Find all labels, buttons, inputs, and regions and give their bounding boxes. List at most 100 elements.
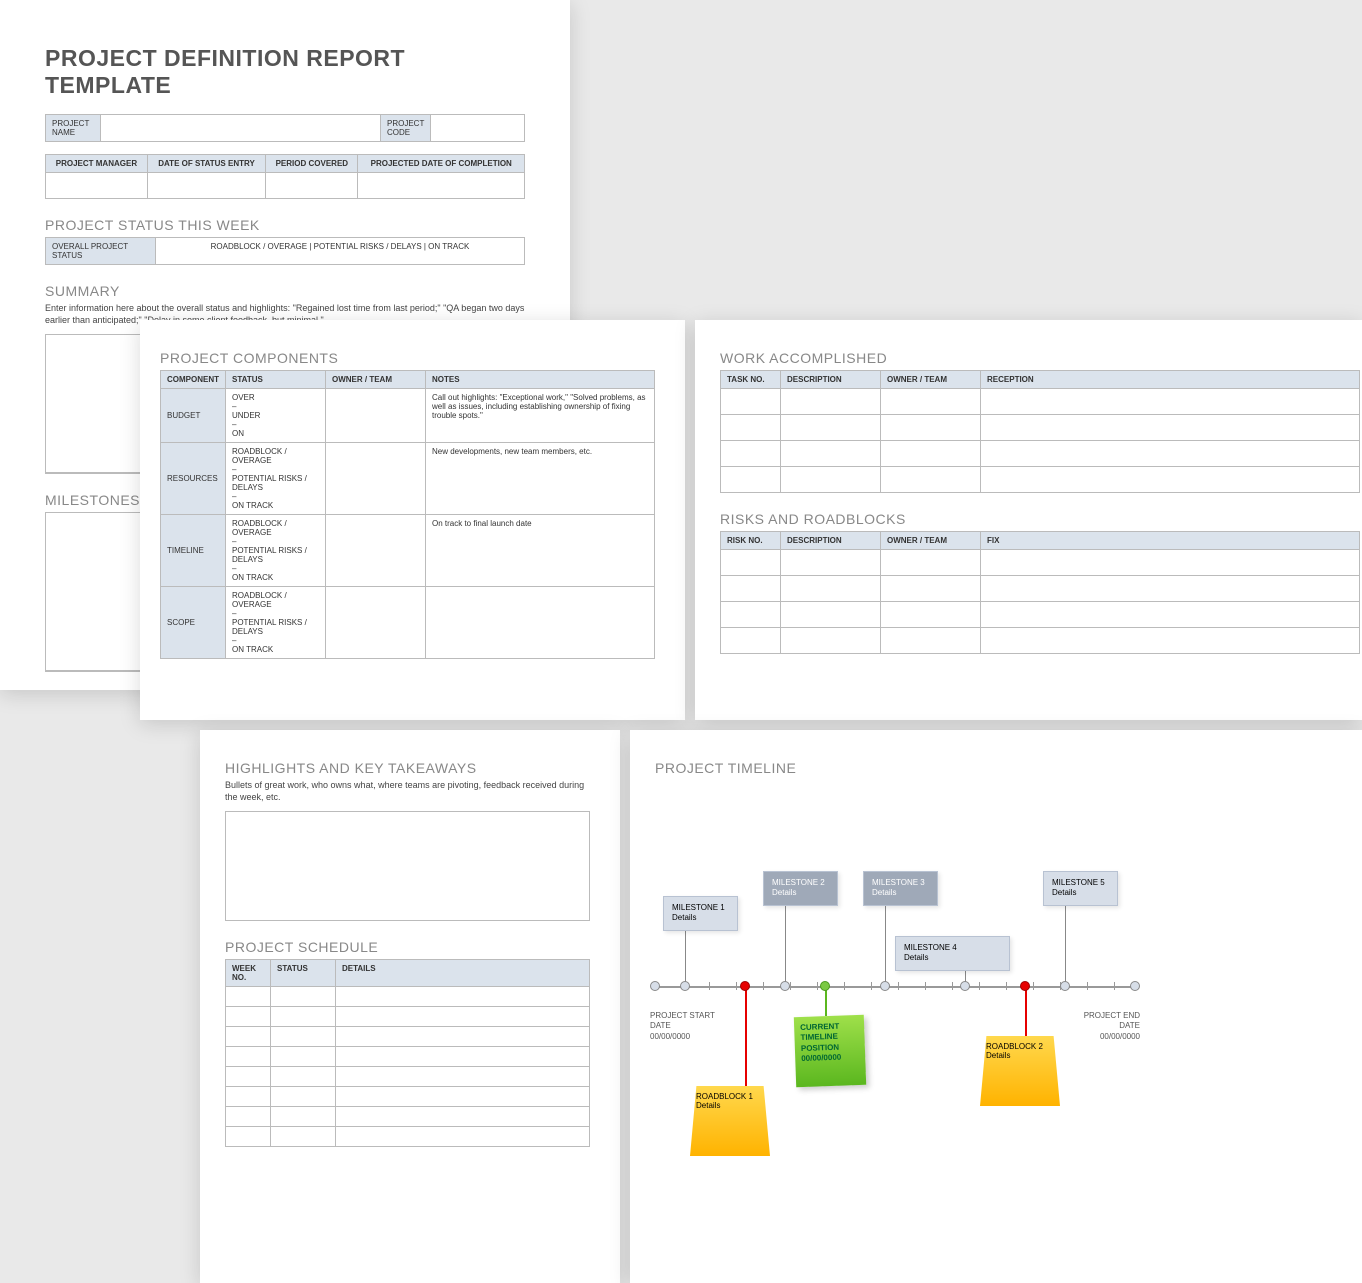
scope-owner[interactable] xyxy=(326,587,426,659)
risk-col-owner: OWNER / TEAM xyxy=(881,532,981,550)
cell[interactable] xyxy=(881,415,981,441)
cell[interactable] xyxy=(336,1067,590,1087)
cell[interactable] xyxy=(721,389,781,415)
cell[interactable] xyxy=(271,987,336,1007)
start-label: PROJECT START DATE00/00/0000 xyxy=(650,1011,720,1042)
work-table: TASK NO. DESCRIPTION OWNER / TEAM RECEPT… xyxy=(720,370,1360,493)
timeline-owner[interactable] xyxy=(326,515,426,587)
cell[interactable] xyxy=(358,173,525,199)
roadblock-dot-icon xyxy=(1020,981,1030,991)
cell[interactable] xyxy=(336,1047,590,1067)
cell[interactable] xyxy=(721,441,781,467)
cell[interactable] xyxy=(271,1007,336,1027)
scope-notes[interactable] xyxy=(426,587,655,659)
cell[interactable] xyxy=(881,550,981,576)
cell[interactable] xyxy=(226,1007,271,1027)
cell[interactable] xyxy=(336,1127,590,1147)
input-project-code[interactable] xyxy=(431,115,525,142)
cell[interactable] xyxy=(721,628,781,654)
cell[interactable] xyxy=(781,467,881,493)
cell[interactable] xyxy=(46,173,148,199)
cell[interactable] xyxy=(226,987,271,1007)
cell[interactable] xyxy=(336,1007,590,1027)
cell[interactable] xyxy=(271,1067,336,1087)
cell[interactable] xyxy=(781,389,881,415)
col-owner: OWNER / TEAM xyxy=(326,371,426,389)
cell[interactable] xyxy=(271,1107,336,1127)
cell[interactable] xyxy=(336,1027,590,1047)
status-options[interactable]: ROADBLOCK / OVERAGE | POTENTIAL RISKS / … xyxy=(156,238,525,265)
resources-notes[interactable]: New developments, new team members, etc. xyxy=(426,443,655,515)
milestone-3: MILESTONE 3Details xyxy=(863,871,938,906)
cell[interactable] xyxy=(781,441,881,467)
row-budget: BUDGET xyxy=(161,389,226,443)
cell[interactable] xyxy=(721,576,781,602)
cell[interactable] xyxy=(336,987,590,1007)
current-position: CURRENTTIMELINEPOSITION00/00/0000 xyxy=(794,1015,866,1087)
cell[interactable] xyxy=(226,1047,271,1067)
cell[interactable] xyxy=(271,1027,336,1047)
cell[interactable] xyxy=(981,628,1360,654)
budget-owner[interactable] xyxy=(326,389,426,443)
status-table: OVERALL PROJECT STATUS ROADBLOCK / OVERA… xyxy=(45,237,525,265)
cell[interactable] xyxy=(721,550,781,576)
cell[interactable] xyxy=(781,550,881,576)
cell[interactable] xyxy=(147,173,265,199)
milestone-dot-icon xyxy=(880,981,890,991)
cell[interactable] xyxy=(226,1127,271,1147)
budget-notes[interactable]: Call out highlights: "Exceptional work,"… xyxy=(426,389,655,443)
components-title: PROJECT COMPONENTS xyxy=(160,350,655,366)
resources-owner[interactable] xyxy=(326,443,426,515)
cell[interactable] xyxy=(981,576,1360,602)
cell[interactable] xyxy=(881,441,981,467)
timeline-notes[interactable]: On track to final launch date xyxy=(426,515,655,587)
cell[interactable] xyxy=(781,602,881,628)
resources-status[interactable]: ROADBLOCK / OVERAGE – POTENTIAL RISKS / … xyxy=(226,443,326,515)
cell[interactable] xyxy=(721,415,781,441)
cell[interactable] xyxy=(721,602,781,628)
timeline-status[interactable]: ROADBLOCK / OVERAGE – POTENTIAL RISKS / … xyxy=(226,515,326,587)
cell[interactable] xyxy=(881,576,981,602)
label-project-name: PROJECT NAME xyxy=(46,115,101,142)
cell[interactable] xyxy=(226,1027,271,1047)
cell[interactable] xyxy=(226,1107,271,1127)
cell[interactable] xyxy=(981,415,1360,441)
cell[interactable] xyxy=(981,467,1360,493)
risk-title: RISKS AND ROADBLOCKS xyxy=(720,511,1362,527)
cell[interactable] xyxy=(781,576,881,602)
cell[interactable] xyxy=(226,1067,271,1087)
cell[interactable] xyxy=(881,602,981,628)
milestone-dot-icon xyxy=(960,981,970,991)
highlights-box[interactable] xyxy=(225,811,590,921)
cell[interactable] xyxy=(881,467,981,493)
cell[interactable] xyxy=(781,415,881,441)
budget-status[interactable]: OVER – UNDER – ON xyxy=(226,389,326,443)
cell[interactable] xyxy=(721,467,781,493)
cell[interactable] xyxy=(271,1047,336,1067)
cell[interactable] xyxy=(266,173,358,199)
cell[interactable] xyxy=(781,628,881,654)
roadblock-1: ROADBLOCK 1Details xyxy=(690,1086,770,1156)
cell[interactable] xyxy=(336,1087,590,1107)
cell[interactable] xyxy=(981,389,1360,415)
scope-status[interactable]: ROADBLOCK / OVERAGE – POTENTIAL RISKS / … xyxy=(226,587,326,659)
row-resources: RESOURCES xyxy=(161,443,226,515)
label-project-code: PROJECT CODE xyxy=(381,115,431,142)
end-label: PROJECT END DATE00/00/0000 xyxy=(1070,1011,1140,1042)
cell[interactable] xyxy=(981,441,1360,467)
cell[interactable] xyxy=(981,550,1360,576)
cell[interactable] xyxy=(881,628,981,654)
milestone-4: MILESTONE 4Details xyxy=(895,936,1010,971)
col-status-date: DATE OF STATUS ENTRY xyxy=(147,155,265,173)
highlights-title: HIGHLIGHTS AND KEY TAKEAWAYS xyxy=(225,760,590,776)
cell[interactable] xyxy=(336,1107,590,1127)
cell[interactable] xyxy=(226,1087,271,1107)
header-table: PROJECT NAME PROJECT CODE xyxy=(45,114,525,142)
input-project-name[interactable] xyxy=(101,115,381,142)
current-dot-icon xyxy=(820,981,830,991)
cell[interactable] xyxy=(981,602,1360,628)
cell[interactable] xyxy=(271,1127,336,1147)
milestone-dot-icon xyxy=(680,981,690,991)
cell[interactable] xyxy=(881,389,981,415)
cell[interactable] xyxy=(271,1087,336,1107)
